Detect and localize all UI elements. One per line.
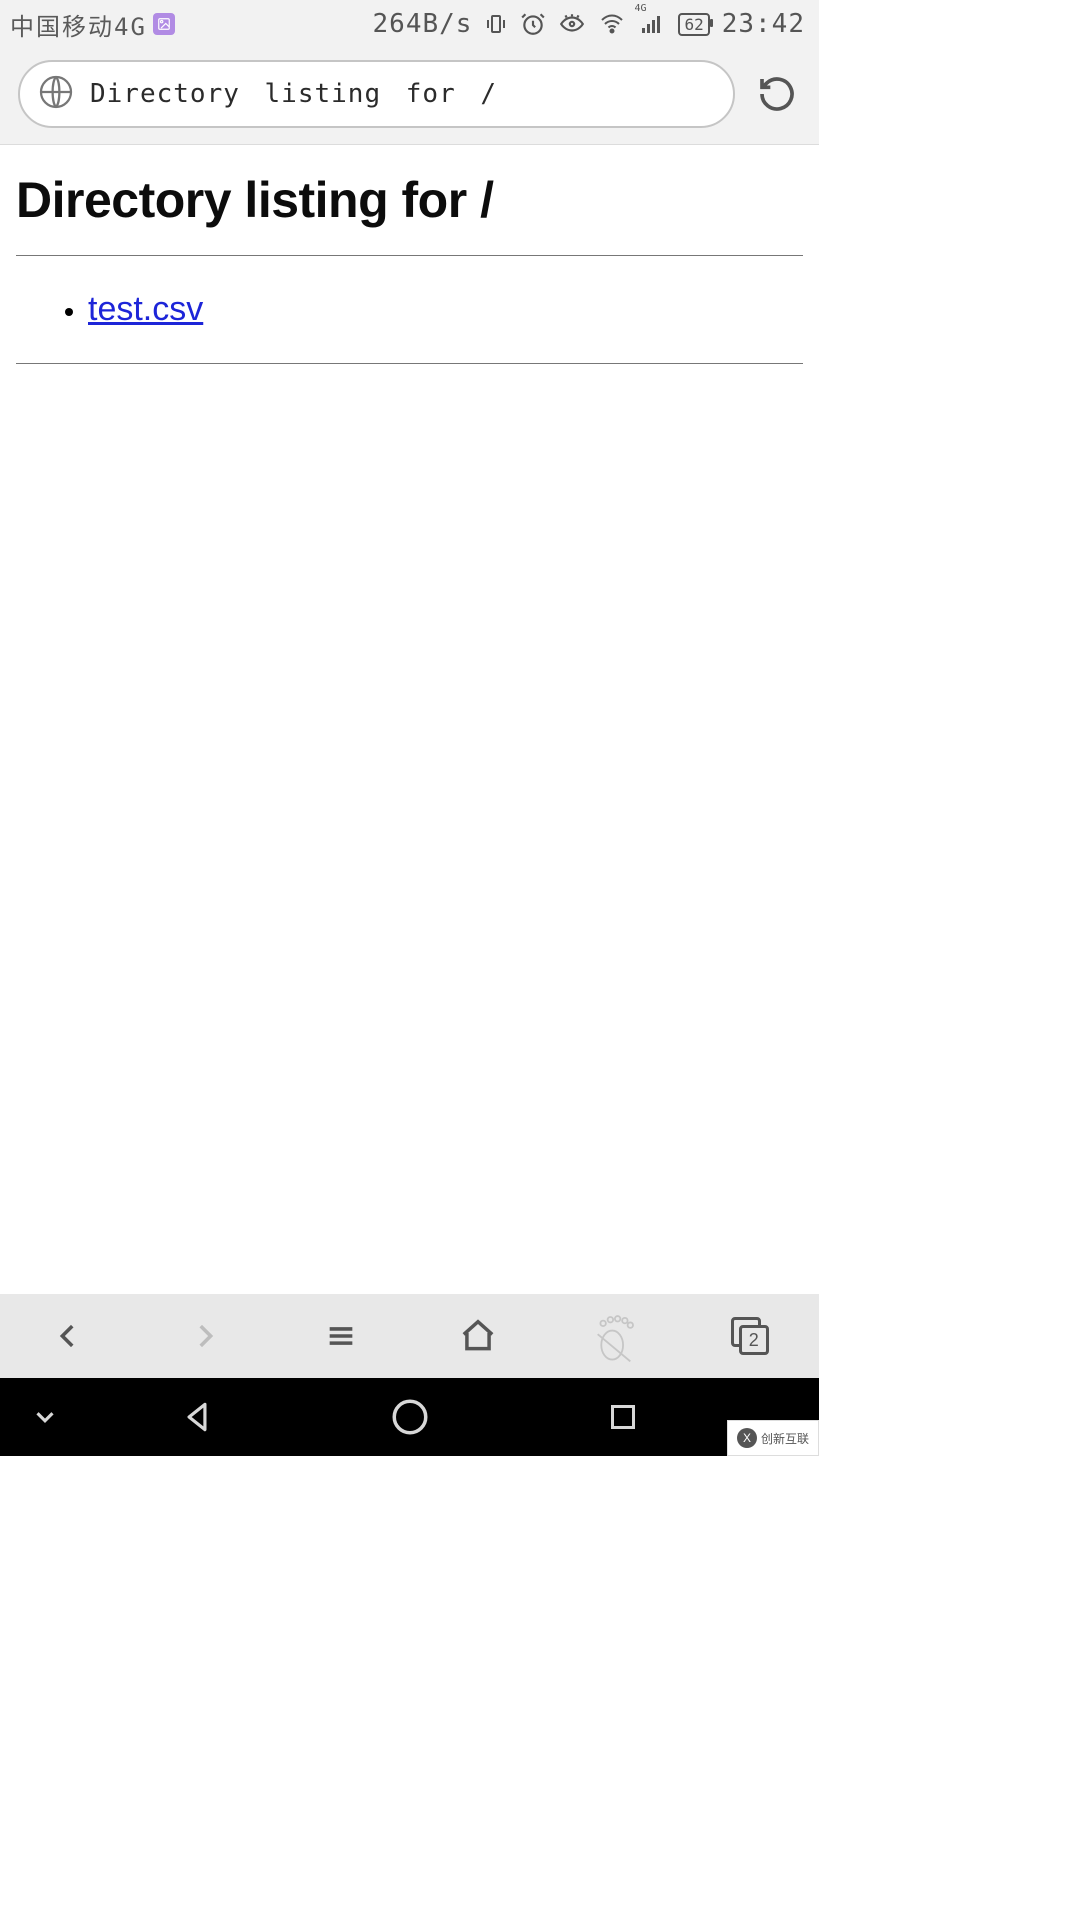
sys-back-button[interactable] (90, 1378, 303, 1456)
list-item: test.csv (88, 290, 803, 329)
nav-tabs-button[interactable]: 2 (683, 1294, 820, 1378)
url-text: Directory listing for / (90, 79, 497, 109)
reload-button[interactable] (753, 70, 801, 118)
net-rate-label: 264B/s (373, 9, 473, 39)
page-title: Directory listing for / (16, 171, 803, 229)
watermark: X 创新互联 (727, 1420, 819, 1456)
nav-menu-button[interactable] (273, 1294, 410, 1378)
sys-home-button[interactable] (303, 1378, 516, 1456)
browser-toolbar: Directory listing for / (0, 48, 819, 145)
sys-dropdown-button[interactable] (0, 1378, 90, 1456)
sys-recents-button[interactable] (516, 1378, 729, 1456)
globe-icon (38, 74, 74, 115)
page-content: Directory listing for / test.csv (0, 145, 819, 1294)
wifi-icon (598, 12, 626, 36)
file-link[interactable]: test.csv (88, 290, 203, 328)
browser-bottom-nav: 2 (0, 1294, 819, 1378)
nav-forward-button[interactable] (137, 1294, 274, 1378)
clock-label: 23:42 (722, 9, 805, 39)
system-nav-bar (0, 1378, 819, 1456)
alarm-icon (520, 11, 546, 37)
eye-icon (558, 11, 586, 37)
divider (16, 363, 803, 364)
signal-icon: 4G (638, 12, 666, 36)
status-bar: 中国移动4G 264B/s 4G 62 23:42 (0, 0, 819, 48)
tabs-count-label: 2 (739, 1325, 769, 1355)
vibrate-icon (484, 11, 508, 37)
watermark-label: 创新互联 (761, 1430, 809, 1447)
picture-icon (153, 13, 175, 35)
watermark-icon: X (737, 1428, 757, 1448)
carrier-label: 中国移动4G (10, 7, 147, 42)
footprint-icon[interactable] (546, 1294, 683, 1378)
nav-back-button[interactable] (0, 1294, 137, 1378)
battery-indicator: 62 (678, 13, 709, 36)
nav-home-button[interactable] (410, 1294, 547, 1378)
url-bar[interactable]: Directory listing for / (18, 60, 735, 128)
file-listing: test.csv (16, 256, 803, 363)
